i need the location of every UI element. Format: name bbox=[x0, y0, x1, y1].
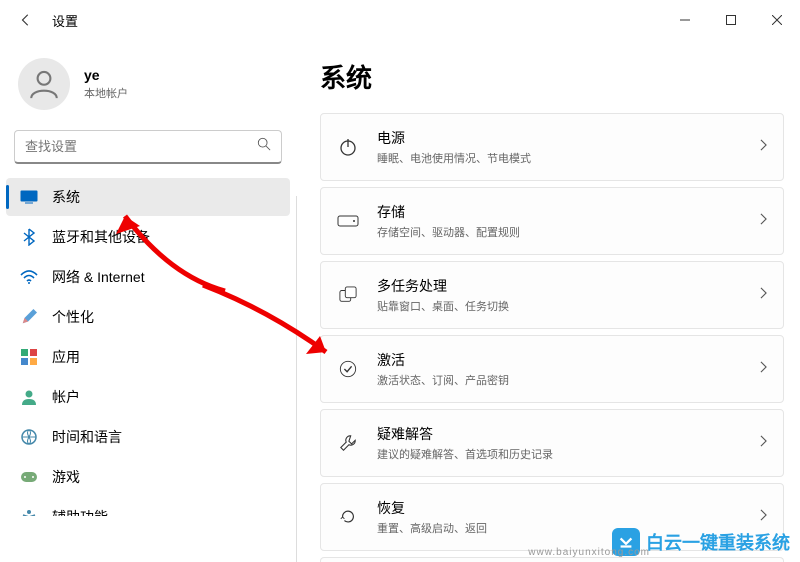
maximize-button[interactable] bbox=[708, 0, 754, 40]
card-sub: 贴靠窗口、桌面、任务切换 bbox=[377, 298, 742, 314]
bluetooth-icon bbox=[20, 228, 38, 246]
card-sub: 建议的疑难解答、首选项和历史记录 bbox=[377, 446, 742, 462]
watermark-text: 白云一键重装系统 bbox=[646, 529, 790, 555]
chevron-right-icon bbox=[760, 360, 767, 378]
recovery-icon bbox=[337, 506, 359, 528]
card-title: 存储 bbox=[377, 202, 742, 222]
card-activation[interactable]: 激活激活状态、订阅、产品密钥 bbox=[320, 335, 784, 403]
sidebar-item-personalize[interactable]: 个性化 bbox=[6, 298, 290, 336]
sidebar-item-label: 时间和语言 bbox=[52, 427, 122, 447]
minimize-button[interactable] bbox=[662, 0, 708, 40]
card-title: 激活 bbox=[377, 350, 742, 370]
card-title: 多任务处理 bbox=[377, 276, 742, 296]
card-title: 恢复 bbox=[377, 498, 742, 518]
chevron-right-icon bbox=[760, 286, 767, 304]
time-icon bbox=[20, 428, 38, 446]
accounts-icon bbox=[20, 388, 38, 406]
card-troubleshoot[interactable]: 疑难解答建议的疑难解答、首选项和历史记录 bbox=[320, 409, 784, 477]
account-name: ye bbox=[84, 67, 128, 83]
card-sub: 睡眠、电池使用情况、节电模式 bbox=[377, 150, 742, 166]
power-icon bbox=[337, 136, 359, 158]
main-pane: 系统 电源睡眠、电池使用情况、节电模式 存储存储空间、驱动器、配置规则 多任务处… bbox=[320, 40, 800, 562]
card-power[interactable]: 电源睡眠、电池使用情况、节电模式 bbox=[320, 113, 784, 181]
apps-icon bbox=[20, 348, 38, 366]
sidebar-item-label: 个性化 bbox=[52, 307, 94, 327]
network-icon bbox=[20, 268, 38, 286]
sidebar-item-gaming[interactable]: 游戏 bbox=[6, 458, 290, 496]
nav-list: 系统 蓝牙和其他设备 网络 & Internet 个性化 应用 帐户 时间和语言 bbox=[0, 176, 296, 516]
sidebar-item-apps[interactable]: 应用 bbox=[6, 338, 290, 376]
chevron-right-icon bbox=[760, 508, 767, 526]
storage-icon bbox=[337, 210, 359, 232]
search-box[interactable] bbox=[14, 130, 282, 164]
chevron-right-icon bbox=[760, 434, 767, 452]
troubleshoot-icon bbox=[337, 432, 359, 454]
scroll-indicator bbox=[296, 196, 297, 562]
sidebar-item-bluetooth[interactable]: 蓝牙和其他设备 bbox=[6, 218, 290, 256]
personalize-icon bbox=[20, 308, 38, 326]
sidebar-item-time[interactable]: 时间和语言 bbox=[6, 418, 290, 456]
gaming-icon bbox=[20, 468, 38, 486]
card-sub: 激活状态、订阅、产品密钥 bbox=[377, 372, 742, 388]
search-icon bbox=[257, 137, 271, 156]
window-title: 设置 bbox=[52, 11, 78, 30]
sidebar-item-system[interactable]: 系统 bbox=[6, 178, 290, 216]
multitask-icon bbox=[337, 284, 359, 306]
account-block[interactable]: ye 本地帐户 bbox=[0, 40, 296, 124]
page-title: 系统 bbox=[320, 58, 784, 95]
sidebar-item-label: 网络 & Internet bbox=[52, 267, 145, 287]
avatar bbox=[18, 58, 70, 110]
sidebar-item-network[interactable]: 网络 & Internet bbox=[6, 258, 290, 296]
system-icon bbox=[20, 188, 38, 206]
sidebar-item-label: 系统 bbox=[52, 187, 80, 207]
chevron-right-icon bbox=[760, 138, 767, 156]
sidebar-item-label: 帐户 bbox=[52, 387, 80, 407]
card-storage[interactable]: 存储存储空间、驱动器、配置规则 bbox=[320, 187, 784, 255]
sidebar-item-accounts[interactable]: 帐户 bbox=[6, 378, 290, 416]
sidebar-item-label: 游戏 bbox=[52, 467, 80, 487]
card-multitask[interactable]: 多任务处理贴靠窗口、桌面、任务切换 bbox=[320, 261, 784, 329]
account-subtitle: 本地帐户 bbox=[84, 85, 128, 101]
chevron-right-icon bbox=[760, 212, 767, 230]
card-title: 疑难解答 bbox=[377, 424, 742, 444]
sidebar-item-label: 应用 bbox=[52, 347, 80, 367]
sidebar-item-accessibility[interactable]: 辅助功能 bbox=[6, 498, 290, 516]
card-title: 电源 bbox=[377, 128, 742, 148]
watermark-url: www.baiyunxitong.com bbox=[528, 547, 650, 558]
search-input[interactable] bbox=[25, 139, 257, 154]
accessibility-icon bbox=[20, 508, 38, 516]
close-button[interactable] bbox=[754, 0, 800, 40]
back-button[interactable] bbox=[18, 12, 34, 28]
sidebar-item-label: 辅助功能 bbox=[52, 507, 108, 516]
titlebar: 设置 bbox=[0, 0, 800, 40]
card-sub: 存储空间、驱动器、配置规则 bbox=[377, 224, 742, 240]
sidebar: ye 本地帐户 系统 蓝牙和其他设备 网络 & Internet 个性化 应用 bbox=[0, 40, 296, 516]
activation-icon bbox=[337, 358, 359, 380]
sidebar-item-label: 蓝牙和其他设备 bbox=[52, 227, 150, 247]
